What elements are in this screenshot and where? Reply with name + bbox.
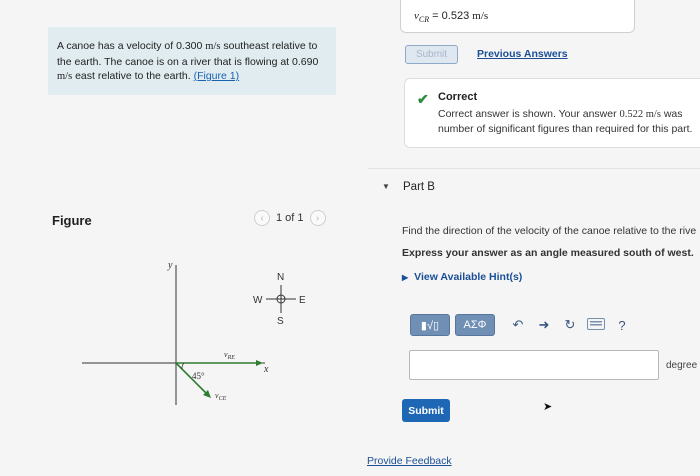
correct-feedback-box: ✔ Correct Correct answer is shown. Your … [404,78,700,148]
part-b-submit-button[interactable]: Submit [402,399,450,422]
templates-button[interactable]: ▮√▯ [410,314,450,336]
part-a-submit-button[interactable]: Submit [405,45,458,64]
problem-statement: A canoe has a velocity of 0.300 m/s sout… [48,27,336,95]
figure-title: Figure [52,213,92,228]
answer-sub: CR [418,15,430,25]
angle-label: 45° [192,371,205,381]
provide-feedback-link[interactable]: Provide Feedback [367,455,452,467]
chevron-left-icon[interactable]: ‹ [254,210,270,226]
compass-s: S [277,316,284,327]
part-b-question: Find the direction of the velocity of th… [402,225,697,237]
figure-diagram: y x vRE vCE 45° N S E W [82,260,306,405]
part-b-instruction: Express your answer as an angle measured… [402,247,694,259]
keyboard-icon[interactable] [583,317,609,333]
hint-label: View Available Hint(s) [414,271,523,283]
feedback-title: Correct [438,91,478,103]
redo-icon[interactable]: ➜ [531,317,557,333]
angle-arc [181,362,185,370]
unit-label: degree [666,360,698,371]
chevron-right-icon[interactable]: › [309,210,326,226]
math-toolbar: ▮√▯ ΑΣΦ ↶ ➜ ↻ ? [410,311,662,339]
figure-link[interactable]: (Figure 1) [194,70,240,82]
previous-answers-link[interactable]: Previous Answers [477,48,568,60]
section-divider [368,168,700,169]
answer-unit: m/s [472,10,489,22]
feedback-value: 0.522 m/s [619,109,661,120]
part-a-answer-display: vCR = 0.523 m/s [400,0,635,33]
vector-ce-label: vCE [215,391,227,402]
feedback-message: Correct answer is shown. Your answer 0.5… [438,108,693,135]
expand-triangle-icon: ▶ [402,273,409,282]
reset-icon[interactable]: ↻ [557,317,583,333]
pager-text: 1 of 1 [276,212,304,224]
compass-e: E [299,295,306,306]
mouse-cursor-icon: ➤ [543,401,553,413]
problem-unit-2: m/s [57,71,73,82]
undo-icon[interactable]: ↶ [505,317,531,333]
view-hints-toggle[interactable]: ▶ View Available Hint(s) [402,271,522,283]
problem-text-3: east relative to the earth. [72,70,194,82]
y-axis-label: y [167,260,173,271]
compass-w: W [253,295,263,306]
checkmark-icon: ✔ [417,91,429,107]
problem-text-1: A canoe has a velocity of 0.300 [57,40,203,52]
part-b-label[interactable]: Part B [403,181,435,193]
figure-pager: ‹ 1 of 1 › [254,210,326,226]
problem-text-1b: southeast relative to [220,40,318,52]
x-axis-label: x [263,364,269,375]
vector-re-label: vRE [224,350,235,361]
help-button[interactable]: ? [609,318,635,333]
vector-re-arrowhead [256,360,263,366]
compass-n: N [277,272,284,283]
collapse-triangle-icon[interactable]: ▼ [382,182,390,191]
part-b-answer-input[interactable] [409,350,659,380]
problem-text-2: the earth. The canoe is on a river that … [57,55,319,68]
answer-value: = 0.523 [429,10,470,22]
greek-symbols-button[interactable]: ΑΣΦ [455,314,495,336]
compass-rose: N S E W [253,272,306,327]
problem-unit-1: m/s [205,41,221,52]
